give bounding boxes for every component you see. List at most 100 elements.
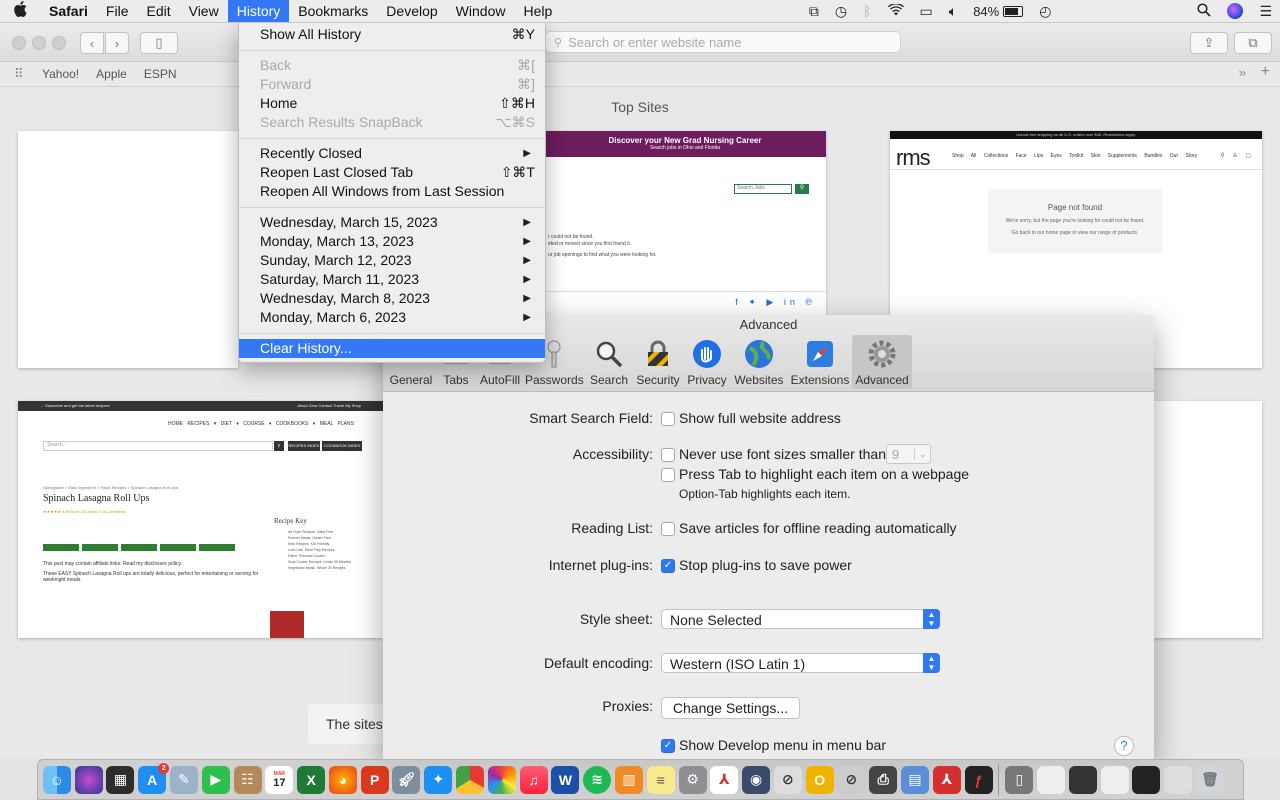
music-icon[interactable]: ♫ xyxy=(519,765,548,794)
printer-icon[interactable]: ⎙ xyxy=(869,765,898,794)
blocked-app-icon[interactable]: ⊘ xyxy=(773,765,802,794)
safari-dock-icon[interactable]: ✦ xyxy=(424,765,453,794)
grid-icon[interactable]: ⠿ xyxy=(14,66,42,82)
tab-search[interactable]: Search xyxy=(586,335,632,389)
mission-control-icon[interactable]: ▦ xyxy=(106,765,135,794)
wifi-icon[interactable] xyxy=(880,3,912,19)
menu-item-show-all-history[interactable]: Show All History ⌘Y xyxy=(239,25,545,44)
spotify-icon[interactable]: ≋ xyxy=(583,765,612,794)
siri-icon[interactable] xyxy=(1227,3,1244,19)
apple-menu-icon[interactable] xyxy=(0,1,40,21)
top-site-tile-partial[interactable] xyxy=(1150,401,1262,638)
menu-item-reopen-tab[interactable]: Reopen Last Closed Tab ⇧⌘T xyxy=(239,163,545,182)
bookmark-espn[interactable]: ESPN xyxy=(144,67,177,81)
show-develop-menu-checkbox[interactable]: ✓ xyxy=(661,739,675,753)
google-thumbnail-icon[interactable] xyxy=(1100,765,1129,794)
forward-button[interactable]: › xyxy=(105,32,129,54)
screen-recorder-icon[interactable]: ◉ xyxy=(742,765,771,794)
menu-item-history-date[interactable]: Wednesday, March 8, 2023 ▶ xyxy=(239,289,545,308)
menu-item-home[interactable]: Home ⇧⌘H xyxy=(239,94,545,113)
top-site-tile-nursing[interactable]: Discover your New Grad Nursing Career Se… xyxy=(544,131,826,319)
top-site-tile-skinnytaste[interactable]: → Subscribe and get the latest recipes! … xyxy=(18,401,383,638)
menu-help[interactable]: Help xyxy=(514,0,561,22)
menu-item-reopen-windows[interactable]: Reopen All Windows from Last Session xyxy=(239,182,545,201)
screenshot-thumbnail-icon[interactable] xyxy=(1068,765,1097,794)
acrobat-icon[interactable]: ⅄ xyxy=(710,765,739,794)
menu-item-clear-history[interactable]: Clear History... xyxy=(239,339,545,358)
preview-icon[interactable]: ✎ xyxy=(170,765,199,794)
finder-icon[interactable]: ☺ xyxy=(42,765,71,794)
window-thumbnail-icon[interactable] xyxy=(1132,765,1161,794)
more-bookmarks-icon[interactable]: » xyxy=(1239,65,1246,80)
minimize-window-button[interactable] xyxy=(32,36,46,50)
photos-icon[interactable] xyxy=(487,765,516,794)
menu-item-recently-closed[interactable]: Recently Closed ▶ xyxy=(239,144,545,163)
menu-item-history-date[interactable]: Monday, March 6, 2023 ▶ xyxy=(239,308,545,327)
numbers-icon[interactable]: ▤ xyxy=(900,765,929,794)
calendar-icon[interactable]: MAR 17 xyxy=(265,765,294,794)
volume-icon[interactable]: 🔈︎ xyxy=(941,3,965,20)
top-site-tile-blank[interactable] xyxy=(18,131,238,368)
show-full-address-checkbox[interactable] xyxy=(661,412,675,426)
menu-bookmarks[interactable]: Bookmarks xyxy=(289,0,377,22)
tab-websites[interactable]: Websites xyxy=(732,335,786,389)
tab-privacy[interactable]: Privacy xyxy=(684,335,730,389)
menu-item-history-date[interactable]: Sunday, March 12, 2023 ▶ xyxy=(239,251,545,270)
firefox-icon[interactable]: ◕ xyxy=(328,765,357,794)
menu-history[interactable]: History xyxy=(227,0,290,22)
word-icon[interactable]: W xyxy=(551,765,580,794)
menu-file[interactable]: File xyxy=(97,0,138,22)
trash-icon[interactable]: 🗑︎ xyxy=(1196,765,1225,794)
launchpad-icon[interactable]: 🚀︎ xyxy=(392,765,421,794)
spotlight-search-icon[interactable] xyxy=(1189,2,1219,20)
zoom-window-button[interactable] xyxy=(52,36,66,50)
default-encoding-select[interactable]: Western (ISO Latin 1) ▲ ▼ xyxy=(661,653,940,673)
tab-extensions[interactable]: Extensions xyxy=(788,335,852,389)
battery-status[interactable]: 84% xyxy=(965,4,1031,19)
notes-icon[interactable]: ≡ xyxy=(646,765,675,794)
menu-view[interactable]: View xyxy=(180,0,228,22)
iphone-backup-icon[interactable]: ▯ xyxy=(1005,765,1034,794)
powerpoint-icon[interactable]: P xyxy=(360,765,389,794)
contacts-icon[interactable]: ☷ xyxy=(233,765,262,794)
new-tab-icon[interactable]: + xyxy=(1261,63,1270,81)
min-font-size-checkbox[interactable] xyxy=(661,448,675,462)
share-button[interactable]: ⇪ xyxy=(1190,32,1228,54)
system-preferences-icon[interactable]: ⚙ xyxy=(678,765,707,794)
notification-center-icon[interactable]: ☰ xyxy=(1251,3,1280,20)
back-button[interactable]: ‹ xyxy=(80,32,104,54)
menu-develop[interactable]: Develop xyxy=(377,0,446,22)
stop-plugins-checkbox[interactable]: ✓ xyxy=(661,559,675,573)
style-sheet-select[interactable]: None Selected ▲ ▼ xyxy=(661,609,940,629)
tab-security[interactable]: Security xyxy=(634,335,682,389)
menu-edit[interactable]: Edit xyxy=(137,0,179,22)
change-settings-button[interactable]: Change Settings... xyxy=(661,697,800,719)
menu-safari[interactable]: Safari xyxy=(40,0,97,22)
menu-item-history-date[interactable]: Saturday, March 11, 2023 ▶ xyxy=(239,270,545,289)
app-store-icon[interactable]: A2 xyxy=(138,762,170,794)
vlc-icon[interactable]: O xyxy=(805,765,834,794)
siri-dock-icon[interactable] xyxy=(74,765,103,794)
menu-window[interactable]: Window xyxy=(447,0,515,22)
sidebar-button[interactable]: ▯ xyxy=(140,32,178,54)
address-bar[interactable]: ⚲ Search or enter website name xyxy=(545,31,901,53)
document-thumbnail-icon[interactable] xyxy=(1037,765,1066,794)
tab-advanced[interactable]: Advanced xyxy=(852,335,912,389)
tab-highlight-checkbox[interactable] xyxy=(661,468,675,482)
acrobat-reader-icon[interactable]: ⅄ xyxy=(932,765,961,794)
folder-thumbnail-icon[interactable] xyxy=(1164,765,1193,794)
menu-item-history-date[interactable]: Monday, March 13, 2023 ▶ xyxy=(239,232,545,251)
chrome-icon[interactable] xyxy=(456,765,485,794)
screen-share-icon[interactable]: ⧉ xyxy=(801,3,827,20)
save-offline-checkbox[interactable] xyxy=(661,522,675,536)
tab-overview-button[interactable]: ⧉ xyxy=(1234,32,1272,54)
bluetooth-icon[interactable]: ᛒ xyxy=(855,3,879,19)
help-button[interactable]: ? xyxy=(1114,736,1134,756)
bookmark-yahoo[interactable]: Yahoo! xyxy=(42,67,79,81)
no-entry-icon[interactable]: ⊘ xyxy=(837,765,866,794)
clock-icon[interactable]: ◴ xyxy=(1031,3,1059,20)
menu-item-history-date[interactable]: Wednesday, March 15, 2023 ▶ xyxy=(239,213,545,232)
facetime-icon[interactable]: ▶ xyxy=(201,765,230,794)
flash-icon[interactable]: ƒ xyxy=(964,765,993,794)
close-window-button[interactable] xyxy=(12,36,26,50)
